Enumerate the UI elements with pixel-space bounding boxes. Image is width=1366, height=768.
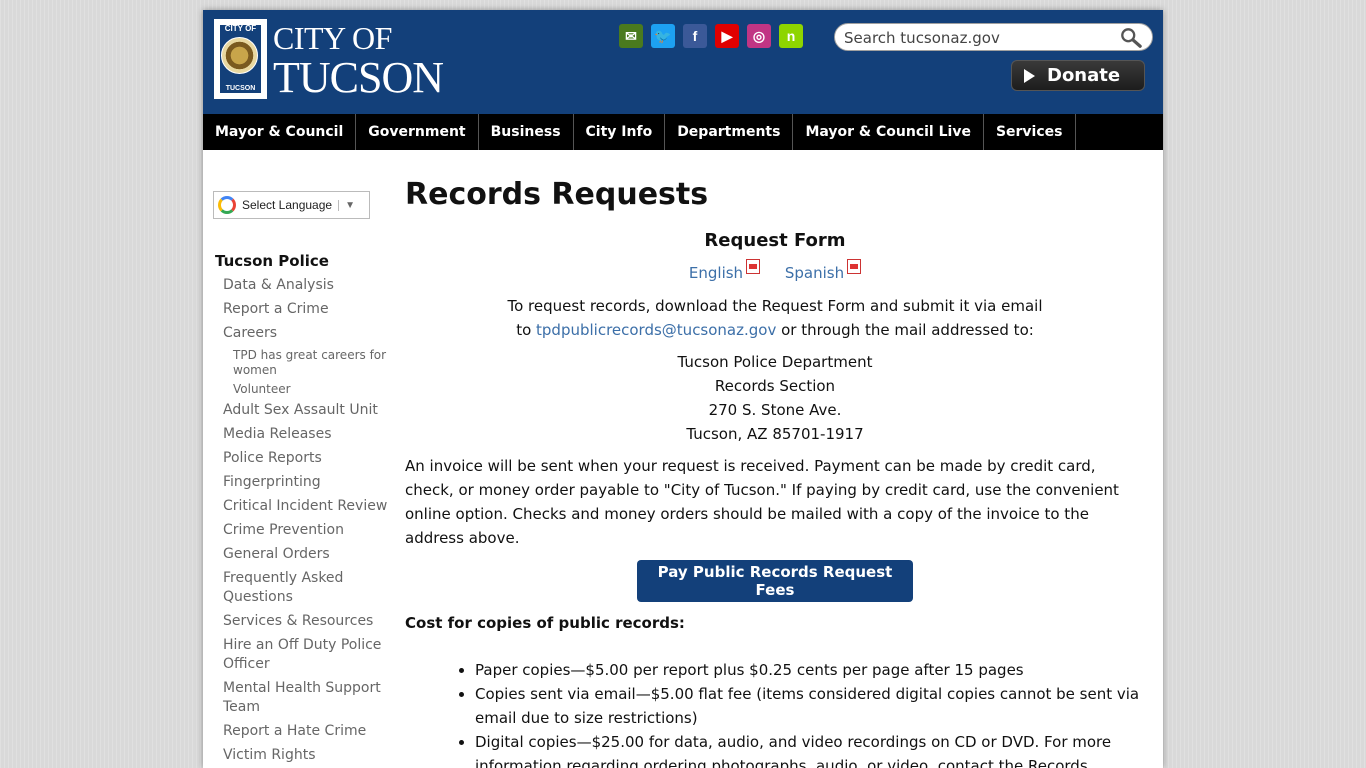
pdf-icon <box>847 259 862 274</box>
sidebar-item-police-reports[interactable]: Police Reports <box>223 449 393 468</box>
cost-list: Paper copies—$5.00 per report plus $0.25… <box>475 658 1145 768</box>
nextdoor-icon[interactable]: n <box>779 24 803 48</box>
sidebar-item-report-a-hate-crime[interactable]: Report a Hate Crime <box>223 722 393 741</box>
sidebar-item-tpd-has-great-careers-for-women[interactable]: TPD has great careers for women <box>233 348 393 378</box>
records-email-link[interactable]: tpdpublicrecords@tucsonaz.gov <box>536 321 776 339</box>
address-line: Records Section <box>714 377 836 395</box>
sidebar-item-critical-incident-review[interactable]: Critical Incident Review <box>223 497 393 516</box>
english-form-label: English <box>688 264 744 282</box>
sidebar-item-services-resources[interactable]: Services & Resources <box>223 612 393 631</box>
intro-prefix: to <box>516 321 537 339</box>
language-select[interactable]: Select Language ▼ <box>213 191 370 219</box>
list-item: Copies sent via email—$5.00 flat fee (it… <box>475 682 1145 730</box>
donate-label: Donate <box>1047 65 1121 86</box>
nav-item-services[interactable]: Services <box>984 114 1076 150</box>
sidebar-item-mental-health-support-team[interactable]: Mental Health Support Team <box>223 679 393 717</box>
email-icon[interactable]: ✉ <box>619 24 643 48</box>
nav-item-business[interactable]: Business <box>479 114 574 150</box>
address-line: Tucson, AZ 85701-1917 <box>686 425 864 443</box>
nav-item-government[interactable]: Government <box>356 114 479 150</box>
sidebar-item-report-a-crime[interactable]: Report a Crime <box>223 300 393 319</box>
nav-item-mayor-council-live[interactable]: Mayor & Council Live <box>793 114 984 150</box>
main-content: Records Requests Request Form English Sp… <box>405 177 1145 768</box>
nav-item-departments[interactable]: Departments <box>665 114 794 150</box>
seal-emblem-icon <box>221 37 258 74</box>
nav-item-city-info[interactable]: City Info <box>574 114 666 150</box>
twitter-icon[interactable]: 🐦 <box>651 24 675 48</box>
page-container: CITY OF TUCSON City of Tucson ✉ 🐦 f ▶ ◎ n Don… <box>203 10 1163 768</box>
sidebar-list: Data & Analysis Report a Crime Careers TPD … <box>213 276 393 765</box>
sidebar-item-adult-sex-assault-unit[interactable]: Adult Sex Assault Unit <box>223 401 393 420</box>
request-form-heading: Request Form <box>704 230 846 251</box>
intro-text: To request records, download the Request… <box>405 294 1145 342</box>
google-icon <box>218 196 236 214</box>
site-search <box>834 23 1153 51</box>
sidebar-item-frequently-asked-questions[interactable]: Frequently Asked Questions <box>223 569 393 607</box>
spanish-form-label: Spanish <box>784 264 845 282</box>
address-line: Tucson Police Department <box>677 353 873 371</box>
intro-line-1: To request records, download the Request… <box>507 297 1043 315</box>
logo-line-2: Tucson <box>273 53 444 102</box>
english-form-link[interactable]: English <box>688 259 761 282</box>
seal-bottom-text: TUCSON <box>225 85 256 92</box>
cost-heading: Cost for copies of public records: <box>405 614 685 632</box>
donate-button[interactable]: Donate <box>1011 60 1145 91</box>
list-item: Paper copies—$5.00 per report plus $0.25… <box>475 658 1145 682</box>
sidebar-item-volunteer[interactable]: Volunteer <box>233 382 393 397</box>
facebook-icon[interactable]: f <box>683 24 707 48</box>
seal-top-text: CITY OF <box>224 24 257 33</box>
sidebar-title[interactable]: Tucson Police <box>215 252 393 270</box>
sidebar-item-fingerprinting[interactable]: Fingerprinting <box>223 473 393 492</box>
search-input[interactable] <box>844 28 1114 48</box>
language-select-label: Select Language <box>242 198 333 212</box>
mailing-address: Tucson Police Department Records Section… <box>405 350 1145 446</box>
list-item: Digital copies—$25.00 for data, audio, a… <box>475 730 1145 768</box>
city-seal-logo[interactable]: CITY OF TUCSON <box>214 19 267 99</box>
site-header: CITY OF TUCSON City of Tucson ✉ 🐦 f ▶ ◎ n Don… <box>203 10 1163 114</box>
logo-line-1: City of <box>273 20 392 56</box>
youtube-icon[interactable]: ▶ <box>715 24 739 48</box>
address-line: 270 S. Stone Ave. <box>708 401 842 419</box>
sidebar: Select Language ▼ Tucson Police Data & A… <box>213 191 393 768</box>
page-title: Records Requests <box>405 177 709 212</box>
sidebar-item-data-analysis[interactable]: Data & Analysis <box>223 276 393 295</box>
intro-line-2: to tpdpublicrecords@tucsonaz.gov or thro… <box>405 318 1145 342</box>
sidebar-item-hire-an-off-duty-police-officer[interactable]: Hire an Off Duty Police Officer <box>223 636 393 674</box>
pdf-icon <box>746 259 761 274</box>
chevron-down-icon: ▼ <box>338 199 355 211</box>
invoice-text: An invoice will be sent when your reques… <box>405 457 1119 547</box>
city-logo-text[interactable]: City of Tucson <box>273 20 444 102</box>
social-links: ✉ 🐦 f ▶ ◎ n <box>619 24 803 48</box>
form-links: English Spanish <box>405 259 1145 282</box>
sidebar-item-media-releases[interactable]: Media Releases <box>223 425 393 444</box>
sidebar-item-general-orders[interactable]: General Orders <box>223 545 393 564</box>
pay-fees-button[interactable]: Pay Public Records Request Fees <box>637 560 913 602</box>
play-arrow-icon <box>1024 68 1035 83</box>
spanish-form-link[interactable]: Spanish <box>784 259 862 282</box>
nav-item-mayor-council[interactable]: Mayor & Council <box>203 114 357 150</box>
search-icon[interactable] <box>1120 27 1142 49</box>
intro-suffix: or through the mail addressed to: <box>776 321 1034 339</box>
sidebar-item-careers[interactable]: Careers <box>223 324 393 343</box>
sidebar-item-crime-prevention[interactable]: Crime Prevention <box>223 521 393 540</box>
main-nav: Mayor & Council Government Business City In… <box>203 114 1163 150</box>
instagram-icon[interactable]: ◎ <box>747 24 771 48</box>
sidebar-item-victim-rights[interactable]: Victim Rights <box>223 746 393 765</box>
